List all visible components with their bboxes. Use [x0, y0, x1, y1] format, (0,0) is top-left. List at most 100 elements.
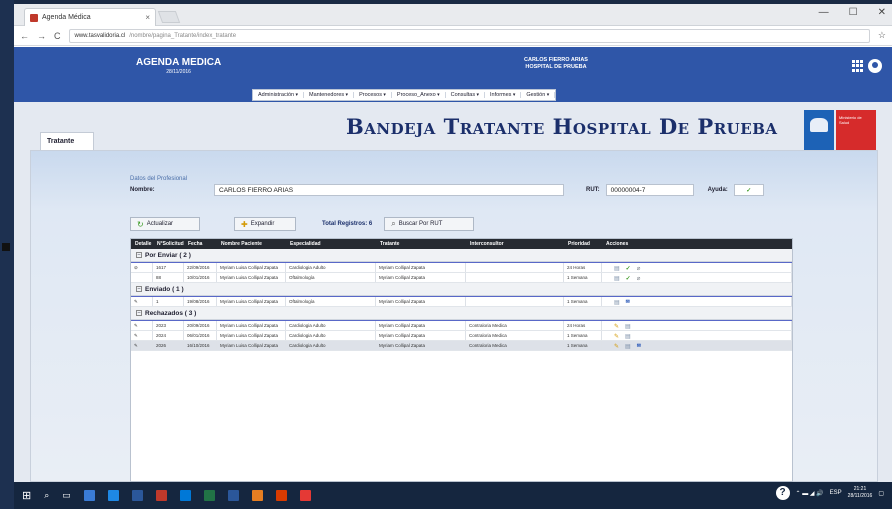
column-header-1[interactable]: N°Solicitud — [153, 239, 184, 249]
group-row[interactable]: – Rechazados ( 3 ) — [131, 307, 792, 320]
taskbar-app-icon[interactable] — [227, 490, 239, 501]
maximize-button[interactable]: ☐ — [849, 7, 858, 18]
taskbar-app-icon[interactable] — [275, 490, 287, 501]
favicon-icon — [30, 13, 38, 22]
request-number: 2023 — [153, 321, 184, 330]
mail-icon[interactable]: ✉ — [626, 299, 630, 306]
column-header-2[interactable]: Fecha — [184, 239, 217, 249]
back-icon[interactable]: ← — [20, 31, 29, 41]
taskbar-app-icon[interactable] — [179, 490, 191, 501]
collapse-toggle-icon[interactable]: – — [136, 286, 142, 292]
menu-item-consultas[interactable]: Consultas — [446, 92, 486, 98]
collapse-toggle-icon[interactable]: – — [136, 252, 142, 258]
pencil-icon[interactable]: ✎ — [614, 333, 619, 340]
taskbar-apps — [83, 490, 311, 501]
column-header-3[interactable]: Nombre Paciente — [217, 239, 286, 249]
name-field[interactable]: CARLOS FIERRO ARIAS — [214, 184, 564, 196]
search-rut-button[interactable]: ⌕ Buscar Por RUT — [384, 217, 475, 231]
detail-icon[interactable]: ⊘ — [131, 263, 153, 272]
language-indicator[interactable]: ESP — [830, 490, 842, 496]
doc-icon[interactable]: ▤ — [614, 275, 620, 282]
column-header-7[interactable]: Prioridad — [564, 239, 602, 249]
doc-icon[interactable]: ▤ — [625, 343, 631, 350]
column-header-8[interactable]: Acciones — [602, 239, 792, 249]
expand-button[interactable]: ✚ Expandir — [234, 217, 296, 231]
taskbar-app-icon[interactable] — [299, 490, 311, 501]
taskbar-app-icon[interactable] — [131, 490, 143, 501]
detail-icon[interactable] — [131, 273, 153, 282]
reload-icon[interactable]: C — [54, 31, 61, 41]
column-header-6[interactable]: Interconsultor — [466, 239, 564, 249]
table-row[interactable]: ⊘ 1617 22/09/2016 Myriam Luisa Collipal Zap… — [131, 263, 792, 273]
check-icon[interactable]: ✓ — [626, 265, 631, 272]
minimize-button[interactable]: — — [819, 7, 829, 18]
tab-close-icon[interactable]: × — [145, 13, 150, 22]
clip-icon[interactable]: ⌀ — [637, 265, 641, 272]
taskbar-app-icon[interactable] — [203, 490, 215, 501]
task-view-icon[interactable]: ▭ — [62, 490, 71, 501]
search-rut-label: Buscar Por RUT — [398, 221, 443, 227]
app-brand[interactable]: AGENDA MEDICA 28/11/2016 — [136, 57, 221, 75]
doc-icon[interactable]: ▤ — [625, 323, 631, 330]
table-row[interactable]: ✎ 2026 16/10/2016 Myriam Luisa Collipal Zap… — [131, 341, 792, 351]
table-row[interactable]: ✎ 2024 06/01/2016 Myriam Luisa Collipal Zap… — [131, 331, 792, 341]
system-tray: ? ⌃ ▬ ◢ 🔊 ESP 21:21 28/11/2016 ▢ — [775, 486, 884, 500]
treating-doctor: Myriam Collipal Zapata — [376, 273, 466, 282]
detail-icon[interactable]: ✎ — [131, 331, 153, 340]
user-account-icon[interactable] — [868, 59, 882, 73]
group-row[interactable]: – Enviado ( 1 ) — [131, 283, 792, 296]
mail-icon[interactable]: ✉ — [637, 343, 641, 350]
column-header-5[interactable]: Tratante — [376, 239, 466, 249]
menu-item-procesos[interactable]: Procesos — [354, 92, 392, 98]
table-row[interactable]: ✎ 2023 20/09/2016 Myriam Luisa Collipal Zap… — [131, 321, 792, 331]
help-icon[interactable]: ? — [775, 486, 790, 500]
table-row[interactable]: ✎ 1 19/08/2016 Myriam Luisa Collipal Zapata… — [131, 297, 792, 307]
user-info: CARLOS FIERRO ARIAS HOSPITAL DE PRUEBA — [524, 57, 588, 71]
consultant — [466, 273, 564, 282]
menu-item-mantenedores[interactable]: Mantenedores — [304, 92, 355, 98]
notifications-icon[interactable]: ▢ — [878, 490, 884, 497]
close-window-button[interactable]: ✕ — [878, 7, 886, 18]
priority: 1 Semana — [564, 273, 602, 282]
doc-icon[interactable]: ▤ — [614, 265, 620, 272]
forward-icon[interactable]: → — [37, 31, 46, 41]
detail-icon[interactable]: ✎ — [131, 297, 153, 306]
menu-item-proceso-anexo[interactable]: Proceso_Anexo — [392, 92, 446, 98]
detail-icon[interactable]: ✎ — [131, 321, 153, 330]
refresh-button[interactable]: ↻ Actualizar — [130, 217, 200, 231]
clock[interactable]: 21:21 28/11/2016 — [848, 486, 873, 500]
doc-icon[interactable]: ▤ — [614, 299, 620, 306]
collapse-toggle-icon[interactable]: – — [136, 310, 142, 316]
consultant: Contraloria Medica — [466, 321, 564, 330]
clip-icon[interactable]: ⌀ — [637, 275, 641, 282]
group-row[interactable]: – Por Enviar ( 2 ) — [131, 249, 792, 262]
ayuda-check-icon[interactable]: ✓ — [733, 184, 764, 196]
url-input[interactable]: www.tasvalidoria.cl /nombre/pagina_Trata… — [68, 28, 870, 43]
menu-item-administraci-n[interactable]: Administración — [253, 92, 304, 98]
table-row[interactable]: 88 10/01/2016 Myriam Luisa Collipal Zapata… — [131, 273, 792, 283]
detail-icon[interactable]: ✎ — [131, 341, 153, 350]
menu-item-gesti-n[interactable]: Gestión — [521, 92, 556, 98]
taskbar-app-icon[interactable] — [155, 490, 167, 501]
patient-name: Myriam Luisa Collipal Zapata — [217, 297, 286, 306]
bookmark-star-icon[interactable]: ☆ — [878, 30, 886, 41]
rut-field[interactable]: 00000004-7 — [605, 184, 694, 196]
column-header-4[interactable]: Especialidad — [286, 239, 376, 249]
doc-icon[interactable]: ▤ — [625, 333, 631, 340]
column-header-0[interactable]: Detalle — [131, 239, 153, 249]
pencil-icon[interactable]: ✎ — [614, 323, 619, 330]
tab-tratante[interactable]: Tratante — [40, 132, 94, 150]
windows-start-icon[interactable]: ⊞ — [22, 489, 31, 502]
browser-tab[interactable]: Agenda Médica × — [24, 8, 156, 26]
url-host: www.tasvalidoria.cl — [74, 32, 126, 39]
apps-grid-icon[interactable] — [852, 60, 864, 72]
taskbar-app-icon[interactable] — [83, 490, 95, 501]
check-icon[interactable]: ✓ — [626, 275, 631, 282]
taskbar-app-icon[interactable] — [107, 490, 119, 501]
request-number: 1 — [153, 297, 184, 306]
menu-item-informes[interactable]: Informes — [485, 92, 522, 98]
pencil-icon[interactable]: ✎ — [614, 343, 619, 350]
new-tab-button[interactable] — [157, 11, 181, 23]
search-taskbar-icon[interactable]: ⌕ — [44, 490, 49, 501]
taskbar-app-icon[interactable] — [251, 490, 263, 501]
